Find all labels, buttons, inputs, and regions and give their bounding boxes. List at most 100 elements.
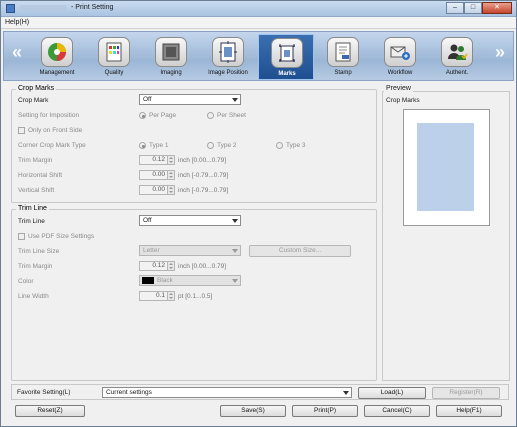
type1-radio[interactable]: Type 1 — [139, 142, 169, 149]
tab-authentication-label: Authent. — [445, 70, 469, 76]
app-name-blurred — [19, 5, 67, 11]
imposition-label: Setting for Imposition — [18, 112, 80, 119]
front-side-only-checkbox[interactable]: Only on Front Side — [18, 127, 82, 134]
scroll-right-icon[interactable]: » — [491, 42, 509, 63]
trim-line-value: Off — [143, 217, 152, 224]
use-pdf-size-checkbox[interactable]: Use PDF Size Settings — [18, 233, 94, 240]
horizontal-shift-value: 0.00 — [152, 171, 165, 178]
tab-stamp[interactable]: Stamp — [315, 34, 371, 80]
color-label: Color — [18, 278, 34, 285]
window-title: - Print Setting — [71, 4, 114, 11]
trim-line-size-select[interactable]: Letter — [139, 245, 241, 256]
vertical-shift-value: 0.00 — [152, 186, 165, 193]
menu-help[interactable]: Help(H) — [5, 19, 29, 26]
trim-line-group-title: Trim Line — [16, 205, 49, 212]
vertical-shift-label: Vertical Shift — [18, 187, 55, 194]
trim-line-size-value: Letter — [143, 247, 160, 254]
trim-line-margin-unit: inch [0.00...0.79] — [178, 263, 227, 270]
line-width-label: Line Width — [18, 293, 49, 300]
spinner-arrows-icon[interactable] — [167, 156, 174, 164]
maximize-button[interactable]: □ — [464, 2, 482, 14]
per-page-label: Per Page — [149, 112, 177, 119]
horizontal-shift-spinner[interactable]: 0.00 — [139, 170, 175, 180]
help-button[interactable]: Help(F1) — [436, 405, 502, 417]
preview-title: Preview — [384, 85, 413, 92]
load-button[interactable]: Load(L) — [358, 387, 426, 399]
tab-authentication[interactable]: Authent. — [429, 34, 485, 80]
minimize-button[interactable]: – — [446, 2, 464, 14]
trim-line-select[interactable]: Off — [139, 215, 241, 226]
print-button[interactable]: Print(P) — [292, 405, 358, 417]
spinner-arrows-icon[interactable] — [167, 186, 174, 194]
trim-margin-unit: inch [0.00...0.79] — [178, 157, 227, 164]
trim-margin-spinner[interactable]: 0.12 — [139, 155, 175, 165]
spinner-arrows-icon[interactable] — [167, 292, 174, 300]
type3-radio[interactable]: Type 3 — [276, 142, 306, 149]
crop-mark-label: Crop Mark — [18, 97, 49, 104]
radio-icon — [207, 142, 214, 149]
tab-image-position-label: Image Position — [208, 70, 248, 76]
quality-icon — [98, 37, 130, 67]
corner-type-label: Corner Crop Mark Type — [18, 142, 86, 149]
chevron-down-icon — [343, 391, 349, 395]
tab-quality[interactable]: Quality — [86, 34, 142, 80]
preview-subtitle: Crop Marks — [386, 97, 420, 104]
cancel-button[interactable]: Cancel(C) — [364, 405, 430, 417]
scroll-left-icon[interactable]: « — [8, 42, 26, 63]
horizontal-shift-unit: inch [-0.79...0.79] — [178, 172, 229, 179]
preview-paper — [403, 109, 490, 226]
type2-radio[interactable]: Type 2 — [207, 142, 237, 149]
imaging-icon — [155, 37, 187, 67]
checkbox-icon — [18, 233, 25, 240]
preview-image-area — [417, 123, 474, 211]
line-width-unit: pt [0.1...0.5] — [178, 293, 213, 300]
trim-margin-value: 0.12 — [152, 156, 165, 163]
line-width-spinner[interactable]: 0.1 — [139, 291, 175, 301]
line-width-value: 0.1 — [155, 292, 165, 299]
marks-icon — [271, 38, 303, 68]
register-button[interactable]: Register(R) — [432, 387, 500, 399]
trim-line-label: Trim Line — [18, 218, 45, 225]
crop-mark-select[interactable]: Off — [139, 94, 241, 105]
trim-margin-label: Trim Margin — [18, 157, 53, 164]
tab-workflow[interactable]: Workflow — [372, 34, 428, 80]
favorite-setting-select[interactable]: Current settings — [102, 387, 352, 398]
trim-line-margin-label: Trim Margin — [18, 263, 53, 270]
trim-line-margin-spinner[interactable]: 0.12 — [139, 261, 175, 271]
reset-button[interactable]: Reset(Z) — [15, 405, 85, 417]
tab-image-position[interactable]: Image Position — [200, 34, 256, 80]
radio-selected-icon — [139, 142, 146, 149]
tab-marks[interactable]: Marks — [258, 34, 314, 80]
menu-bar: Help(H) — [1, 17, 516, 29]
use-pdf-size-label: Use PDF Size Settings — [28, 233, 95, 240]
tab-stamp-label: Stamp — [334, 70, 352, 76]
crop-mark-value: Off — [143, 96, 152, 103]
per-page-radio[interactable]: Per Page — [139, 112, 176, 119]
color-select[interactable]: Black — [139, 275, 241, 286]
tab-management[interactable]: Management — [29, 34, 85, 80]
spinner-arrows-icon[interactable] — [167, 262, 174, 270]
tab-imaging[interactable]: Imaging — [143, 34, 199, 80]
stamp-icon — [327, 37, 359, 67]
tab-quality-label: Quality — [104, 70, 124, 76]
tab-imaging-label: Imaging — [160, 70, 182, 76]
color-value: Black — [157, 277, 173, 284]
vertical-shift-spinner[interactable]: 0.00 — [139, 185, 175, 195]
per-sheet-radio[interactable]: Per Sheet — [207, 112, 246, 119]
spinner-arrows-icon[interactable] — [167, 171, 174, 179]
tab-management-label: Management — [39, 70, 75, 76]
tab-workflow-label: Workflow — [387, 70, 413, 76]
crop-marks-group-title: Crop Marks — [16, 85, 57, 92]
custom-size-button[interactable]: Custom Size... — [249, 245, 351, 257]
category-toolbar: « Management Quality Imaging Image Posit… — [3, 31, 514, 81]
chevron-down-icon — [232, 219, 238, 223]
trim-line-margin-value: 0.12 — [152, 262, 165, 269]
radio-icon — [207, 112, 214, 119]
color-swatch — [142, 277, 154, 284]
print-setting-window: - Print Setting – □ ✕ Help(H) « Manageme… — [0, 0, 517, 427]
chevron-down-icon — [232, 249, 238, 253]
management-icon — [41, 37, 73, 67]
vertical-shift-unit: inch [-0.79...0.79] — [178, 187, 229, 194]
close-button[interactable]: ✕ — [482, 2, 512, 14]
save-button[interactable]: Save(S) — [220, 405, 286, 417]
